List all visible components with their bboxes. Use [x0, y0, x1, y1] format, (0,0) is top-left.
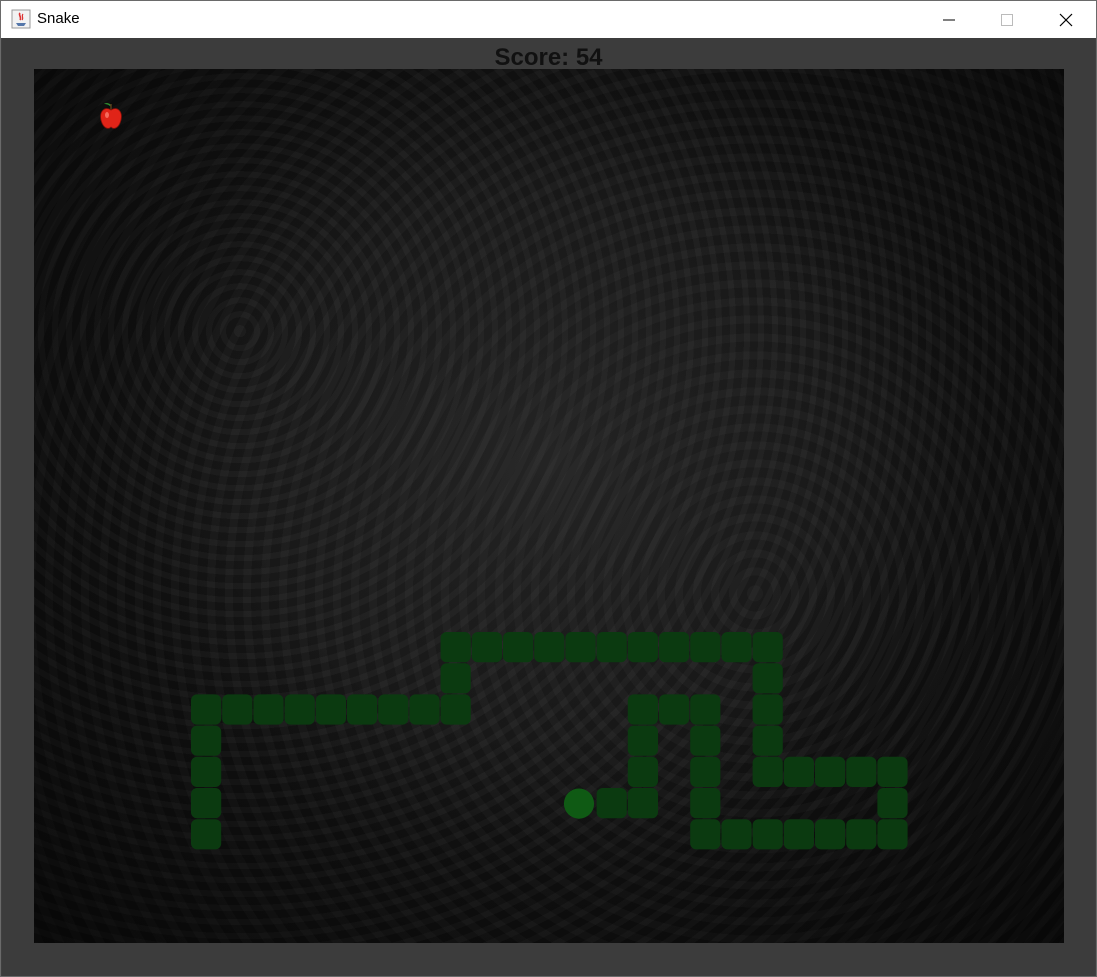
snake-segment [627, 788, 658, 819]
snake-segment [690, 632, 721, 663]
snake-segment [534, 632, 565, 663]
snake-segment [284, 694, 315, 725]
snake-segment [752, 663, 783, 694]
snake-segment [440, 632, 471, 663]
score-label: Score: 54 [494, 44, 603, 71]
snake-segment [378, 694, 409, 725]
maximize-button[interactable] [978, 1, 1036, 38]
snake-segment [752, 819, 783, 850]
close-button[interactable] [1037, 1, 1095, 38]
title-bar[interactable]: Snake [1, 1, 1096, 38]
snake-segment [846, 756, 877, 787]
snake-segment [752, 725, 783, 756]
snake-segment [409, 694, 440, 725]
snake-segment [721, 819, 752, 850]
snake-segment [347, 694, 378, 725]
snake-segment [877, 756, 908, 787]
minimize-icon [943, 19, 955, 20]
snake-segment [721, 632, 752, 663]
snake-segment [752, 632, 783, 663]
snake-segment [752, 694, 783, 725]
snake-segment [191, 788, 222, 819]
snake-segment [191, 725, 222, 756]
snake-segment [752, 756, 783, 787]
snake-segment [690, 694, 721, 725]
minimize-button[interactable] [920, 1, 978, 38]
snake [191, 632, 908, 850]
snake-segment [503, 632, 534, 663]
snake-segment [659, 694, 690, 725]
snake-segment [471, 632, 502, 663]
snake-segment [877, 788, 908, 819]
snake-segment [440, 663, 471, 694]
snake-segment [565, 632, 596, 663]
snake-segment [191, 756, 222, 787]
apple-icon [100, 103, 122, 129]
snake-head [563, 788, 595, 819]
java-cup-icon [11, 9, 31, 29]
snake-segment [596, 788, 627, 819]
snake-segment [222, 694, 253, 725]
snake-segment [627, 756, 658, 787]
snake-segment [253, 694, 284, 725]
snake-segment [783, 819, 814, 850]
close-icon [1059, 13, 1073, 26]
snake-segment [783, 756, 814, 787]
maximize-icon [1001, 13, 1013, 26]
game-board[interactable] [34, 69, 1064, 943]
snake-segment [690, 725, 721, 756]
snake-segment [846, 819, 877, 850]
snake-segment [690, 788, 721, 819]
snake-segment [627, 694, 658, 725]
snake-segment [815, 756, 846, 787]
snake-segment [690, 819, 721, 850]
snake-segment [191, 819, 222, 850]
snake-segment [877, 819, 908, 850]
snake-segment [627, 632, 658, 663]
snake-segment [315, 694, 346, 725]
snake-segment [627, 725, 658, 756]
snake-segment [690, 756, 721, 787]
snake-segment [440, 694, 471, 725]
snake-segment [659, 632, 690, 663]
window-title: Snake [37, 10, 80, 27]
snake-segment [596, 632, 627, 663]
snake-segment [191, 694, 222, 725]
snake-segment [815, 819, 846, 850]
